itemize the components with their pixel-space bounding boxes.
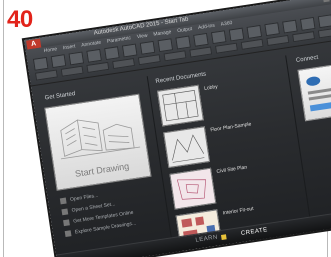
text-line (307, 86, 331, 95)
ribbon-tab[interactable]: Parametric (107, 35, 132, 45)
screenshot-viewport: A Autodesk AutoCAD 2015 - Start Tab Home… (0, 0, 331, 257)
ribbon-tool-button[interactable] (157, 38, 174, 53)
get-started-header: Get Started (44, 91, 76, 102)
link-label: Open Files... (69, 192, 99, 203)
ribbon-tool-button[interactable] (299, 16, 316, 31)
ribbon-panel-title[interactable] (317, 27, 331, 39)
ribbon-tool-button[interactable] (175, 35, 191, 50)
link-label: Open a Sheet Set... (71, 201, 116, 214)
ribbon-tool-button[interactable] (32, 56, 49, 71)
ribbon-panel-title[interactable] (189, 46, 213, 58)
ribbon-panel-title[interactable] (240, 38, 264, 50)
connect-header: Connect (295, 54, 319, 64)
ribbon-panel-title[interactable] (86, 61, 110, 73)
ribbon-tool-button[interactable] (193, 32, 209, 47)
ribbon-tool-button[interactable] (86, 48, 102, 63)
recent-documents-header: Recent Documents (155, 71, 207, 85)
ribbon-tab[interactable]: A360 (220, 20, 232, 28)
ribbon-panel-title[interactable] (266, 34, 290, 47)
ribbon-tool-button[interactable] (264, 22, 280, 37)
ribbon-panel-title[interactable] (60, 65, 84, 77)
sample-icon (64, 230, 72, 238)
ribbon-panel-title[interactable] (163, 50, 187, 62)
ribbon-tab[interactable]: Home (43, 46, 57, 54)
ribbon-panel-title[interactable] (137, 54, 161, 66)
drawing-thumbnail (169, 167, 217, 210)
ribbon-tool-button[interactable] (317, 14, 331, 29)
ribbon-tab[interactable]: Manage (153, 29, 172, 38)
template-icon (63, 219, 70, 227)
learn-tab[interactable]: LEARN (195, 235, 218, 244)
ribbon-tool-button[interactable] (282, 19, 298, 34)
text-line (308, 93, 331, 101)
ribbon-tab[interactable]: Add-ins (198, 23, 216, 31)
ribbon-tool-button[interactable] (139, 40, 156, 55)
ribbon-tool-button[interactable] (68, 51, 85, 66)
ribbon-panel-title[interactable] (112, 57, 136, 70)
ribbon-panel-title[interactable] (214, 42, 238, 54)
ribbon: Home Insert Annotate Parametric View Man… (25, 1, 331, 87)
autodesk-360-icon (305, 75, 321, 87)
ribbon-tool-button[interactable] (210, 30, 227, 45)
page-number: 40 (7, 6, 33, 33)
drawing-thumbnail (163, 126, 211, 169)
recent-document-name: Lobby (203, 83, 219, 92)
sign-in-card[interactable] (297, 59, 331, 122)
ribbon-tool-button[interactable] (50, 54, 67, 69)
sheet-set-icon (61, 208, 69, 216)
ribbon-tool-button[interactable] (121, 43, 138, 58)
notification-badge-icon (220, 234, 227, 240)
ribbon-tab[interactable]: Annotate (81, 40, 102, 49)
connect-panel (297, 59, 331, 130)
ribbon-tool-button[interactable] (104, 46, 120, 61)
ribbon-tab[interactable]: View (136, 33, 148, 41)
ribbon-tab[interactable]: Insert (63, 44, 76, 52)
ribbon-panel-title[interactable] (292, 31, 316, 43)
recent-document-name: Floor Plan-Sample (209, 121, 252, 134)
recent-document-name: Civil Site Plan (216, 164, 248, 175)
start-links: Open Files... Open a Sheet Set... Get Mo… (59, 188, 137, 242)
ribbon-tool-button[interactable] (246, 24, 263, 39)
building-sketch-icon (60, 119, 141, 160)
ribbon-tab[interactable]: Output (177, 26, 193, 34)
create-tab[interactable]: CREATE (241, 227, 268, 237)
drawing-preview-icon (162, 90, 199, 122)
start-drawing-card[interactable]: Start Drawing (44, 93, 152, 191)
window-controls (322, 0, 331, 3)
ribbon-panel-title[interactable] (34, 69, 58, 81)
sign-in-button[interactable] (309, 99, 331, 112)
drawing-preview-icon (172, 134, 205, 163)
drawing-preview-icon (170, 168, 216, 209)
autocad-window: A Autodesk AutoCAD 2015 - Start Tab Home… (24, 0, 331, 257)
minimize-icon[interactable] (322, 0, 330, 3)
folder-icon (59, 197, 67, 205)
drawing-thumbnail (156, 84, 204, 127)
ribbon-tool-button[interactable] (228, 27, 245, 42)
